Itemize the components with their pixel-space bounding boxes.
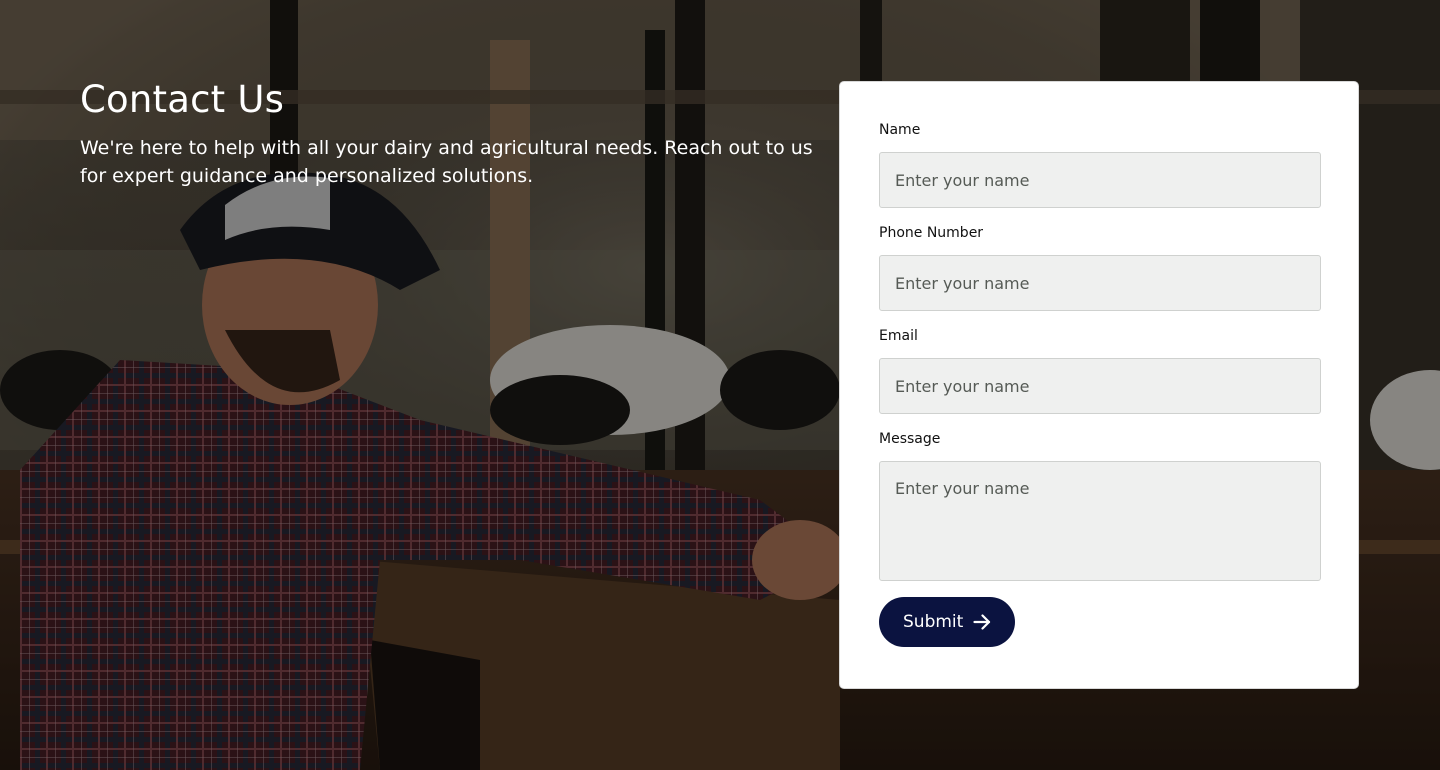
phone-input[interactable] (879, 255, 1321, 311)
message-label: Message (879, 431, 941, 447)
name-field-group: Name (879, 121, 1321, 208)
email-field-group: Email (879, 327, 1321, 414)
page-title: Contact Us (80, 78, 285, 121)
name-label: Name (879, 122, 921, 138)
page-subtitle: We're here to help with all your dairy a… (80, 137, 813, 187)
phone-field-group: Phone Number (879, 224, 1321, 311)
email-label: Email (879, 328, 918, 344)
message-textarea[interactable] (879, 461, 1321, 581)
phone-label: Phone Number (879, 225, 984, 241)
message-field-group: Message (879, 430, 1321, 581)
submit-label: Submit (903, 612, 964, 632)
contact-hero: Contact Us We're here to help with all y… (0, 0, 1440, 770)
intro-section: Contact Us We're here to help with all y… (80, 76, 840, 190)
arrow-right-icon (973, 614, 991, 630)
email-input[interactable] (879, 358, 1321, 414)
name-input[interactable] (879, 152, 1321, 208)
contact-form-card: Name Phone Number Email Message Submit (839, 81, 1359, 689)
submit-button[interactable]: Submit (879, 597, 1016, 647)
